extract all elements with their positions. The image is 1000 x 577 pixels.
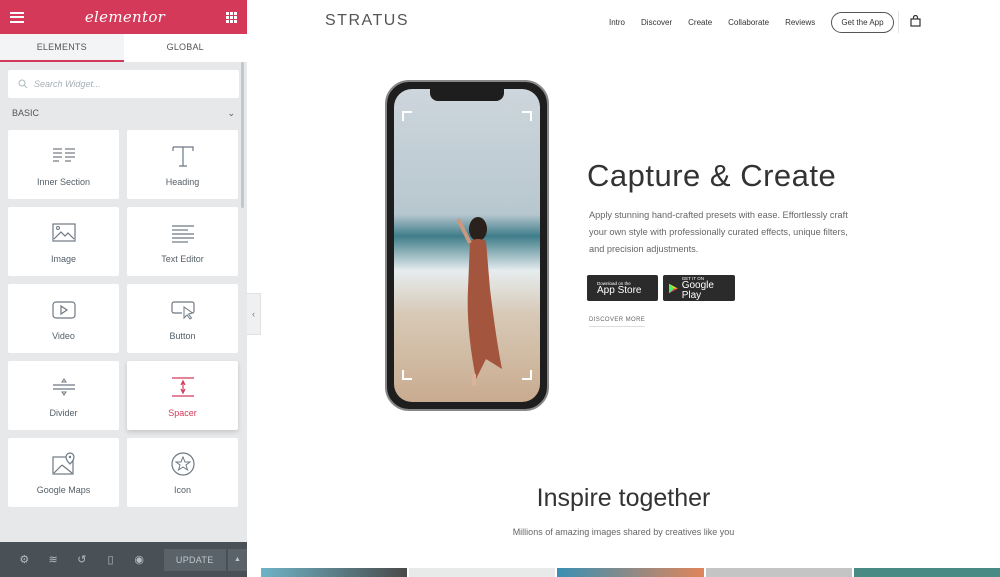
gallery-strip bbox=[261, 568, 1000, 577]
section-subtitle: Millions of amazing images shared by cre… bbox=[512, 527, 735, 537]
widget-label: Google Maps bbox=[36, 484, 91, 495]
editor-bottom-bar: ⚙ ≋ ↺ ▯ ◉ UPDATE ▲ bbox=[0, 542, 247, 577]
tab-global[interactable]: GLOBAL bbox=[123, 34, 247, 62]
gallery-image[interactable] bbox=[557, 568, 704, 577]
navigator-layers-icon[interactable]: ≋ bbox=[39, 553, 68, 566]
widget-icon[interactable]: Icon bbox=[127, 438, 238, 507]
star-icon bbox=[170, 451, 195, 476]
tab-elements[interactable]: ELEMENTS bbox=[0, 34, 124, 62]
gallery-image[interactable] bbox=[705, 568, 852, 577]
inner-section-icon bbox=[52, 147, 75, 162]
nav-collaborate[interactable]: Collaborate bbox=[728, 18, 769, 27]
editor-topbar: elementor bbox=[0, 0, 247, 34]
settings-gear-icon[interactable]: ⚙ bbox=[10, 553, 39, 566]
editor-panel: elementor ELEMENTS GLOBAL Search Widget.… bbox=[0, 0, 247, 577]
site-brand[interactable]: STRATUS bbox=[325, 12, 409, 30]
widget-video[interactable]: Video bbox=[8, 284, 119, 353]
category-label: BASIC bbox=[12, 108, 40, 118]
focus-bracket-br bbox=[522, 370, 532, 380]
woman-on-beach-figure bbox=[456, 217, 502, 386]
focus-bracket-tl bbox=[402, 111, 412, 121]
search-placeholder: Search Widget... bbox=[34, 79, 101, 89]
focus-bracket-bl bbox=[402, 370, 412, 380]
widget-image[interactable]: Image bbox=[8, 207, 119, 276]
widget-spacer[interactable]: Spacer bbox=[127, 361, 238, 430]
app-store-badge[interactable]: Download on the App Store bbox=[587, 275, 658, 301]
widget-google-maps[interactable]: Google Maps bbox=[8, 438, 119, 507]
gallery-image[interactable] bbox=[853, 568, 1000, 577]
search-icon bbox=[18, 79, 28, 89]
google-play-badge[interactable]: GET IT ON Google Play bbox=[663, 275, 735, 301]
phone-screen-photo bbox=[394, 89, 540, 402]
widget-label: Image bbox=[50, 253, 76, 264]
collapse-panel-button[interactable]: ‹ bbox=[247, 293, 261, 335]
widget-search-input[interactable]: Search Widget... bbox=[8, 70, 239, 98]
widget-label: Inner Section bbox=[36, 176, 91, 187]
widget-label: Divider bbox=[49, 407, 78, 418]
video-icon bbox=[51, 300, 76, 319]
page-preview: STRATUS Intro Discover Create Collaborat… bbox=[261, 0, 1000, 577]
widget-inner-section[interactable]: Inner Section bbox=[8, 130, 119, 199]
hero-description: Apply stunning hand-crafted presets with… bbox=[589, 210, 848, 254]
shopping-bag-icon[interactable] bbox=[910, 15, 921, 27]
phone-mockup-image bbox=[385, 80, 549, 411]
update-button[interactable]: UPDATE bbox=[163, 548, 226, 571]
chevron-left-icon: ‹ bbox=[252, 309, 255, 319]
widget-button[interactable]: Button bbox=[127, 284, 238, 353]
google-play-icon bbox=[669, 283, 678, 293]
elementor-logo: elementor bbox=[84, 8, 166, 26]
category-basic[interactable]: BASIC ⌄ bbox=[0, 98, 247, 128]
widget-grid: Inner Section Heading Image Text Editor … bbox=[0, 128, 247, 509]
history-icon[interactable]: ↺ bbox=[67, 553, 96, 566]
widget-text-editor[interactable]: Text Editor bbox=[127, 207, 238, 276]
save-options-caret-icon[interactable]: ▲ bbox=[227, 548, 247, 571]
widget-label: Heading bbox=[165, 176, 200, 187]
focus-bracket-tr bbox=[522, 111, 532, 121]
image-icon bbox=[51, 222, 76, 242]
widget-label: Icon bbox=[173, 484, 191, 495]
spacer-icon bbox=[171, 376, 194, 397]
nav-reviews[interactable]: Reviews bbox=[785, 18, 815, 27]
nav-discover[interactable]: Discover bbox=[641, 18, 672, 27]
widget-label: Text Editor bbox=[161, 253, 204, 264]
google-maps-icon bbox=[51, 451, 75, 475]
widget-heading[interactable]: Heading bbox=[127, 130, 238, 199]
heading-icon bbox=[171, 145, 194, 167]
panel-tabs: ELEMENTS GLOBAL bbox=[0, 34, 247, 62]
hamburger-menu-icon[interactable] bbox=[10, 11, 24, 23]
get-the-app-button[interactable]: Get the App bbox=[831, 12, 894, 33]
preview-eye-icon[interactable]: ◉ bbox=[125, 553, 154, 566]
widget-label: Spacer bbox=[168, 407, 197, 418]
site-nav: Intro Discover Create Collaborate Review… bbox=[609, 12, 894, 33]
widget-label: Video bbox=[52, 330, 75, 341]
phone-notch bbox=[430, 89, 504, 101]
apps-grid-icon[interactable] bbox=[226, 11, 237, 23]
panel-scrollbar[interactable] bbox=[241, 62, 244, 208]
gallery-image[interactable] bbox=[409, 568, 556, 577]
gallery-image[interactable] bbox=[261, 568, 408, 577]
widget-divider[interactable]: Divider bbox=[8, 361, 119, 430]
nav-intro[interactable]: Intro bbox=[609, 18, 625, 27]
nav-create[interactable]: Create bbox=[688, 18, 712, 27]
button-icon bbox=[170, 300, 195, 320]
nav-divider bbox=[898, 11, 899, 33]
section-title: Inspire together bbox=[536, 484, 711, 512]
badge-large-text: Google Play bbox=[681, 279, 714, 301]
responsive-mode-icon[interactable]: ▯ bbox=[96, 553, 125, 566]
chevron-down-icon: ⌄ bbox=[227, 107, 235, 118]
badge-large-text: App Store bbox=[597, 284, 642, 296]
discover-more-link[interactable]: DISCOVER MORE bbox=[589, 317, 646, 327]
hero-title: Capture & Create bbox=[587, 158, 837, 193]
text-editor-icon bbox=[171, 224, 194, 243]
divider-icon bbox=[52, 377, 75, 396]
widget-label: Button bbox=[169, 330, 196, 341]
